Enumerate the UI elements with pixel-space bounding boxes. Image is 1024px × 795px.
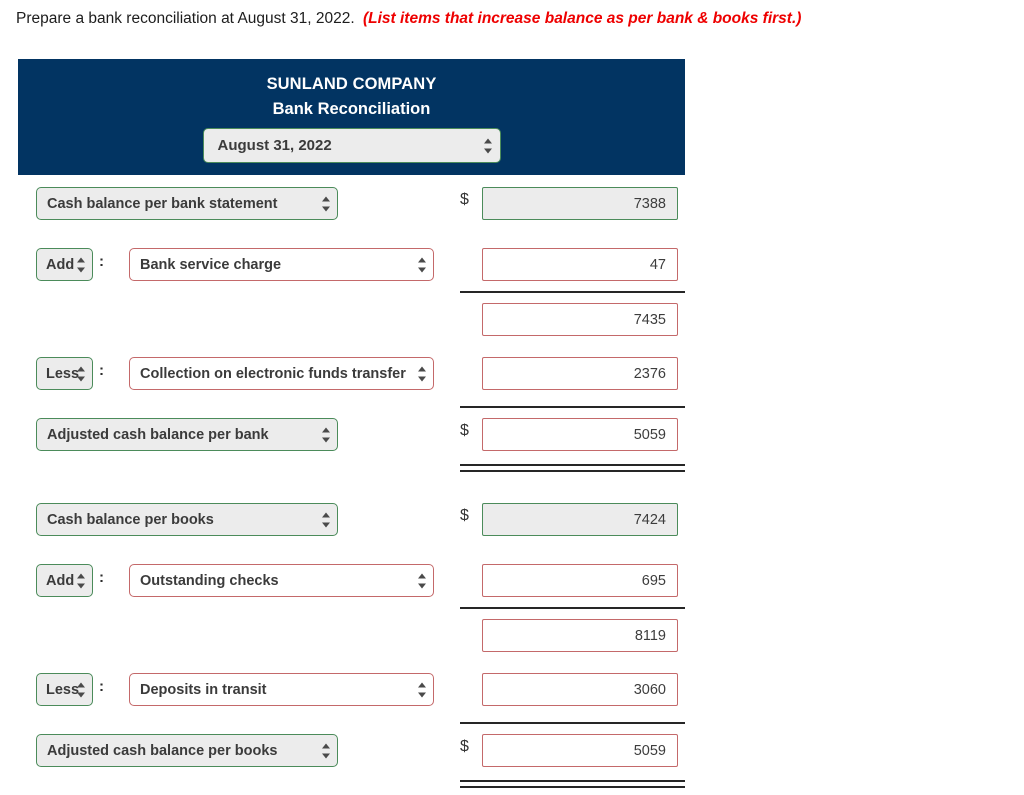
amount-value: 47 [649, 256, 666, 273]
row-label-value: Cash balance per books [47, 511, 214, 528]
row-item-select[interactable]: Bank service charge [129, 248, 434, 281]
bank-reconciliation-form: SUNLAND COMPANY Bank Reconciliation Augu… [18, 59, 685, 788]
currency-symbol: $ [460, 191, 469, 208]
form-row: Adjusted cash balance per bank $5059 [18, 418, 685, 452]
amount-value: 8119 [634, 627, 666, 644]
spinner-icon [321, 427, 330, 442]
amount-input[interactable]: 5059 [482, 418, 678, 451]
row-label-select[interactable]: Adjusted cash balance per books [36, 734, 338, 767]
amount-input[interactable]: 2376 [482, 357, 678, 390]
spinner-icon [417, 366, 426, 381]
row-label-value: Adjusted cash balance per books [47, 742, 278, 759]
row-separator: : [99, 678, 104, 695]
amount-value: 7424 [633, 511, 666, 528]
amount-input[interactable]: 695 [482, 564, 678, 597]
form-row: 8119 [18, 619, 685, 653]
form-subtitle: Bank Reconciliation [272, 100, 431, 118]
add-less-select[interactable]: Add [36, 248, 93, 281]
row-item-value: Bank service charge [140, 256, 282, 273]
spinner-icon [484, 138, 493, 153]
amount-input[interactable]: 5059 [482, 734, 678, 767]
form-row: Less: Deposits in transit 3060 [18, 673, 685, 707]
amount-value: 5059 [633, 426, 666, 443]
currency-symbol: $ [460, 738, 469, 755]
spinner-icon [76, 682, 85, 697]
form-row: Less: Collection on electronic funds tran… [18, 357, 685, 391]
add-less-select[interactable]: Add [36, 564, 93, 597]
date-select[interactable]: August 31, 2022 [202, 128, 501, 163]
spinner-icon [321, 743, 330, 758]
amount-value: 7388 [633, 195, 666, 212]
row-label-select[interactable]: Cash balance per books [36, 503, 338, 536]
spinner-icon [417, 682, 426, 697]
row-item-select[interactable]: Deposits in transit [129, 673, 434, 706]
amount-value: 3060 [633, 681, 666, 698]
amount-subtotal-rule [460, 722, 685, 724]
form-row: Add: Bank service charge 47 [18, 248, 685, 282]
spinner-icon [76, 573, 85, 588]
row-label-value: Adjusted cash balance per bank [47, 426, 269, 443]
question-prompt: Prepare a bank reconciliation at August … [16, 9, 801, 29]
row-separator: : [99, 362, 104, 379]
form-row: Cash balance per books $7424 [18, 503, 685, 537]
form-row: Cash balance per bank statement $7388 [18, 187, 685, 221]
amount-input[interactable]: 3060 [482, 673, 678, 706]
row-item-value: Outstanding checks [140, 572, 279, 589]
amount-value: 695 [641, 572, 666, 589]
amount-subtotal-rule [460, 607, 685, 609]
spinner-icon [417, 257, 426, 272]
form-row: Adjusted cash balance per books $5059 [18, 734, 685, 768]
amount-total-double-rule [460, 464, 685, 472]
add-less-value: Less [46, 681, 80, 698]
spinner-icon [321, 512, 330, 527]
company-name: SUNLAND COMPANY [266, 75, 437, 93]
add-less-select[interactable]: Less [36, 673, 93, 706]
row-item-select[interactable]: Collection on electronic funds transfer [129, 357, 434, 390]
row-separator: : [99, 569, 104, 586]
row-item-select[interactable]: Outstanding checks [129, 564, 434, 597]
date-select-wrapper: August 31, 2022 [18, 128, 685, 163]
spinner-icon [321, 196, 330, 211]
amount-value: 5059 [633, 742, 666, 759]
row-label-value: Cash balance per bank statement [47, 195, 278, 212]
add-less-value: Less [46, 365, 80, 382]
currency-symbol: $ [460, 507, 469, 524]
amount-input[interactable]: 7424 [482, 503, 678, 536]
add-less-value: Add [46, 572, 75, 589]
spinner-icon [76, 366, 85, 381]
amount-subtotal-rule [460, 291, 685, 293]
amount-input[interactable]: 7388 [482, 187, 678, 220]
row-separator: : [99, 253, 104, 270]
form-row: Add: Outstanding checks 695 [18, 564, 685, 598]
amount-subtotal-rule [460, 406, 685, 408]
amount-input[interactable]: 47 [482, 248, 678, 281]
question-text: Prepare a bank reconciliation at August … [16, 10, 355, 27]
spinner-icon [417, 573, 426, 588]
row-label-select[interactable]: Adjusted cash balance per bank [36, 418, 338, 451]
form-header: SUNLAND COMPANY Bank Reconciliation Augu… [18, 59, 685, 175]
spinner-icon [76, 257, 85, 272]
amount-value: 2376 [633, 365, 666, 382]
date-select-value: August 31, 2022 [217, 137, 332, 154]
form-row: 7435 [18, 303, 685, 337]
row-item-value: Collection on electronic funds transfer [140, 365, 406, 382]
row-item-value: Deposits in transit [140, 681, 267, 698]
question-hint: (List items that increase balance as per… [362, 10, 802, 27]
amount-input[interactable]: 8119 [482, 619, 678, 652]
add-less-select[interactable]: Less [36, 357, 93, 390]
amount-input[interactable]: 7435 [482, 303, 678, 336]
row-label-select[interactable]: Cash balance per bank statement [36, 187, 338, 220]
add-less-value: Add [46, 256, 75, 273]
currency-symbol: $ [460, 422, 469, 439]
amount-total-double-rule [460, 780, 685, 788]
amount-value: 7435 [633, 311, 666, 328]
